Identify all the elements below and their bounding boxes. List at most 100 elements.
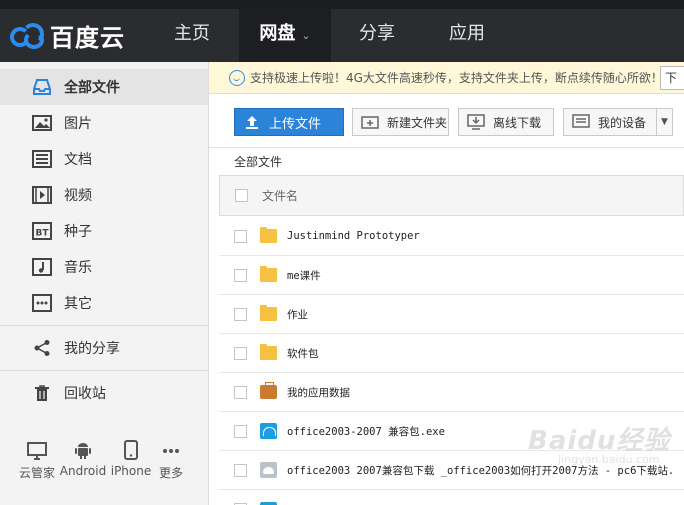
nav-tab-netdisk[interactable]: 网盘 ⌄	[239, 9, 331, 62]
nav-tab-label: 分享	[359, 23, 395, 44]
upload-icon	[243, 114, 261, 130]
button-label: 上传文件	[269, 116, 322, 132]
nav-tab-label: 应用	[449, 23, 485, 44]
sidebar-item-torrents[interactable]: BT 种子	[0, 213, 208, 249]
chevron-down-icon: ⌄	[301, 29, 311, 42]
baidu-cloud-logo[interactable]: 百度云	[10, 18, 125, 53]
file-name[interactable]: office2003-2007 兼容包.exe	[287, 424, 445, 439]
button-label: 离线下载	[493, 115, 542, 130]
device-link-more[interactable]: 更多	[146, 438, 196, 481]
row-checkbox[interactable]	[234, 229, 247, 243]
device-icon	[572, 114, 590, 130]
sidebar-item-videos[interactable]: 视频	[0, 177, 208, 213]
folder-icon	[260, 266, 277, 282]
sidebar-item-images[interactable]: 图片	[0, 105, 208, 141]
sidebar-item-label: 视频	[64, 188, 92, 204]
document-icon	[32, 149, 52, 169]
watermark-text: Baidu经验	[528, 426, 671, 456]
file-name[interactable]: 软件包	[287, 346, 319, 361]
device-label: 更多	[158, 466, 183, 480]
row-checkbox[interactable]	[234, 424, 247, 438]
web-file-icon	[260, 462, 277, 478]
row-checkbox[interactable]	[234, 307, 247, 321]
row-checkbox[interactable]	[234, 268, 247, 282]
new-folder-button[interactable]: 新建文件夹	[352, 108, 449, 136]
sidebar-item-label: 种子	[64, 224, 92, 240]
sidebar-item-documents[interactable]: 文档	[0, 141, 208, 177]
sidebar-item-label: 文档	[64, 152, 92, 168]
my-devices-button[interactable]: 我的设备 ▼	[563, 108, 673, 136]
download-icon	[467, 114, 485, 130]
folder-icon	[260, 305, 277, 321]
sidebar-item-music[interactable]: 音乐	[0, 249, 208, 285]
nav-tab-share[interactable]: 分享	[337, 9, 417, 62]
inbox-icon	[32, 77, 52, 97]
device-link-cloud-manager[interactable]: 云管家	[12, 438, 62, 481]
column-header-filename[interactable]: 文件名	[262, 187, 298, 204]
image-icon	[32, 113, 52, 133]
music-icon	[32, 257, 52, 277]
file-row[interactable]: me课件	[219, 256, 684, 295]
window-top-edge	[0, 0, 684, 9]
smiley-icon	[229, 69, 245, 86]
device-label: 云管家	[18, 466, 55, 480]
device-link-android[interactable]: Android	[58, 438, 108, 478]
toolbar-divider	[209, 147, 684, 148]
upload-tip-banner: 支持极速上传啦！4G大文件高速秒传，支持文件夹上传，断点续传随心所欲！	[209, 62, 684, 94]
row-checkbox[interactable]	[234, 346, 247, 360]
sidebar-item-label: 音乐	[64, 260, 92, 276]
share-icon	[32, 338, 52, 358]
video-icon	[32, 185, 52, 205]
file-name[interactable]: 我的应用数据	[287, 385, 350, 400]
sidebar-item-label: 回收站	[64, 386, 106, 402]
sidebar-item-others[interactable]: 其它	[0, 285, 208, 321]
file-icon	[260, 501, 277, 505]
android-icon	[58, 438, 108, 460]
file-row[interactable]: 我的应用数据	[219, 373, 684, 412]
svg-text:BT: BT	[36, 229, 50, 239]
file-name[interactable]: Justinmind Prototyper	[287, 230, 420, 242]
file-row[interactable]	[219, 490, 684, 505]
file-name[interactable]: me课件	[287, 268, 321, 283]
dropdown-arrow-icon[interactable]: ▼	[656, 109, 672, 135]
nav-tab-apps[interactable]: 应用	[427, 9, 507, 62]
logo-text: 百度云	[50, 24, 125, 52]
sidebar-divider	[0, 325, 208, 326]
nav-tab-label: 主页	[174, 23, 210, 44]
breadcrumb[interactable]: 全部文件	[234, 153, 282, 170]
monitor-icon	[12, 438, 62, 460]
sidebar-item-label: 其它	[64, 296, 92, 312]
more-horizontal-icon	[146, 438, 196, 460]
file-list-header: 文件名	[219, 175, 684, 216]
file-name[interactable]: 作业	[287, 307, 308, 322]
select-all-checkbox[interactable]	[235, 189, 248, 202]
nav-tab-home[interactable]: 主页	[152, 9, 232, 62]
button-label: 我的设备	[598, 115, 647, 130]
sidebar-item-recycle-bin[interactable]: 回收站	[0, 375, 208, 411]
device-label: Android	[59, 464, 107, 478]
file-row[interactable]: 作业	[219, 295, 684, 334]
baidu-jingyan-watermark: Baidu经验 jingyan.baidu.com	[528, 420, 670, 466]
upload-file-button[interactable]: 上传文件	[234, 108, 344, 136]
sidebar-item-label: 全部文件	[64, 80, 120, 96]
sidebar-item-label: 我的分享	[64, 341, 120, 357]
new-folder-icon	[361, 114, 379, 130]
trash-icon	[32, 383, 52, 403]
file-row[interactable]: 软件包	[219, 334, 684, 373]
sidebar-divider	[0, 370, 208, 371]
folder-icon	[260, 227, 277, 243]
nav-tab-label: 网盘	[259, 23, 296, 44]
banner-text: 支持极速上传啦！4G大文件高速秒传，支持文件夹上传，断点续传随心所欲！	[250, 71, 663, 85]
file-row[interactable]: Justinmind Prototyper	[219, 217, 684, 256]
sidebar-item-all-files[interactable]: 全部文件	[0, 69, 208, 105]
bt-icon: BT	[32, 221, 52, 241]
sidebar-item-my-shares[interactable]: 我的分享	[0, 330, 208, 366]
top-navigation-bar: 百度云 主页 网盘 ⌄ 分享 应用	[0, 0, 684, 62]
more-dots-icon	[32, 293, 52, 313]
row-checkbox[interactable]	[234, 385, 247, 399]
sidebar-item-label: 图片	[64, 116, 92, 132]
exe-icon	[260, 423, 277, 439]
row-checkbox[interactable]	[234, 463, 247, 477]
offline-download-button[interactable]: 离线下载	[458, 108, 554, 136]
banner-button[interactable]: 下	[660, 66, 684, 90]
